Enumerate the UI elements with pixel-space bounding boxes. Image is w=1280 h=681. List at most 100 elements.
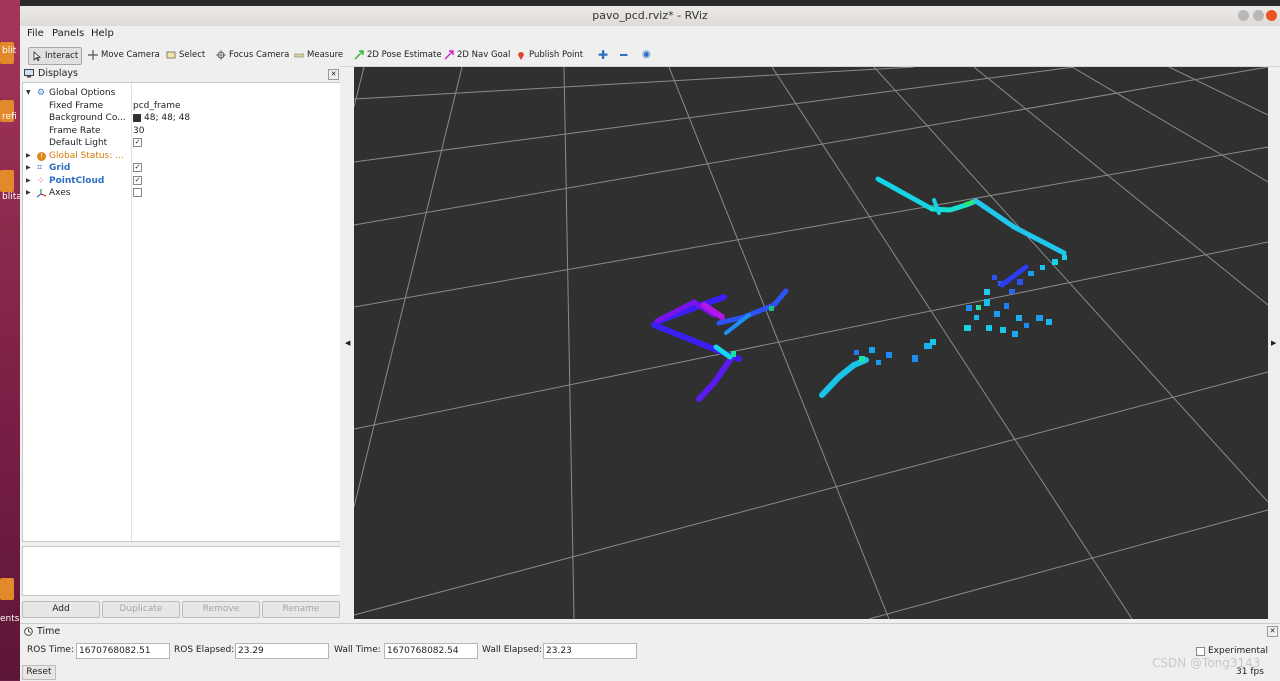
global-options-label: Global Options [49,88,116,98]
experimental-label: Experimental [1208,646,1269,656]
desktop-file-icon[interactable] [0,578,14,600]
frame-rate-value[interactable]: 30 [133,125,144,138]
add-display-button[interactable]: Add [22,601,100,618]
time-panel-title: Time [37,626,61,637]
collapse-right-icon[interactable]: ▶ [1271,339,1276,347]
time-panel: Time ✕ ROS Time: 1670768082.51 ROS Elaps… [20,623,1280,681]
axes-icon [37,189,46,198]
clock-icon [24,627,33,636]
wall-time-label: Wall Time: [334,645,381,655]
frame-rate-label: Frame Rate [49,125,101,136]
rename-display-button[interactable]: Rename [262,601,340,618]
select-icon [166,51,176,58]
default-light-checkbox[interactable]: ✓ [133,138,142,147]
minimize-icon[interactable] [1238,10,1249,21]
publish-point-tool-button[interactable]: Publish Point [516,47,583,63]
ros-time-field[interactable]: 1670768082.51 [76,643,170,659]
select-label: Select [179,50,206,60]
ros-elapsed-field[interactable]: 23.29 [235,643,329,659]
nav-goal-label: 2D Nav Goal [457,50,511,60]
global-status-label: Global Status: ... [49,150,124,161]
desktop-label: ents [0,614,20,624]
desktop-label: refi [2,112,17,122]
left-dock-collapse[interactable]: ◀ [340,67,354,619]
collapsed-arrow-icon[interactable]: ▶ [26,162,31,175]
collapsed-arrow-icon[interactable]: ▶ [26,150,31,163]
tree-row-grid[interactable]: ▶ ⌗ Grid ✓ [23,162,340,175]
experimental-checkbox[interactable] [1196,647,1205,656]
collapsed-arrow-icon[interactable]: ▶ [26,175,31,188]
cursor-icon [33,50,42,61]
expanded-arrow-icon[interactable]: ▼ [26,87,31,100]
pointcloud-checkbox[interactable]: ✓ [133,175,142,185]
interact-label: Interact [45,51,79,61]
remove-display-button[interactable]: Remove [182,601,260,618]
interact-tool-button[interactable]: Interact [28,47,83,65]
tree-row-global-options[interactable]: ▼ ⚙ Global Options [23,87,340,100]
ros-time-label: ROS Time: [27,645,74,655]
close-icon[interactable] [1266,10,1277,21]
measure-label: Measure [307,50,344,60]
maximize-icon[interactable] [1253,10,1264,21]
focus-camera-label: Focus Camera [229,50,290,60]
collapse-left-icon[interactable]: ◀ [345,339,350,347]
wall-time-field[interactable]: 1670768082.54 [384,643,478,659]
focus-icon [216,49,226,60]
warning-icon: ! [37,151,46,161]
grid-checkbox[interactable]: ✓ [133,163,142,172]
background-color-value[interactable]: 48; 48; 48 [133,112,190,125]
desktop-label: blita [2,192,22,202]
background-color-text: 48; 48; 48 [144,113,191,123]
tree-row-frame-rate[interactable]: Frame Rate 30 [23,125,340,138]
tree-row-background-color[interactable]: Background Co... 48; 48; 48 [23,112,340,125]
displays-panel: Displays ✕ ▼ ⚙ Global Options Fixed Fram… [20,66,341,626]
duplicate-display-button[interactable]: Duplicate [102,601,180,618]
select-tool-button[interactable]: Select [166,47,205,63]
rviz-window: pavo_pcd.rviz* - RViz File Panels Help I… [20,6,1280,681]
displays-header: Displays ✕ [22,67,339,81]
tool-bar: Interact Move Camera Select Focus Camera… [20,44,1280,67]
eye-icon[interactable]: ◉ [642,47,651,63]
focus-camera-tool-button[interactable]: Focus Camera [216,47,289,63]
add-tool-icon[interactable]: ✚ [598,47,608,63]
menu-help[interactable]: Help [91,28,114,39]
displays-title: Displays [38,68,78,79]
pointcloud-icon: ⁘ [37,175,45,186]
gear-icon: ⚙ [37,88,46,98]
default-light-label: Default Light [49,138,108,148]
monitor-icon [24,69,34,78]
right-dock-collapse[interactable]: ▶ [1268,67,1280,619]
tree-row-global-status[interactable]: ▶ ! Global Status: ... [23,150,340,163]
desktop-label: blit [2,46,17,56]
collapsed-arrow-icon[interactable]: ▶ [26,187,31,200]
tree-row-pointcloud[interactable]: ▶ ⁘ PointCloud ✓ [23,175,340,188]
grid-icon: ⌗ [37,163,43,173]
pose-estimate-tool-button[interactable]: 2D Pose Estimate [354,47,442,63]
reset-button[interactable]: Reset [22,665,56,680]
render-viewport[interactable] [354,67,1268,619]
green-arrow-icon [354,49,364,59]
move-camera-tool-button[interactable]: Move Camera [88,47,160,63]
close-panel-icon[interactable]: ✕ [1267,626,1278,637]
wall-elapsed-field[interactable]: 23.23 [543,643,637,659]
close-panel-icon[interactable]: ✕ [328,69,339,80]
tree-row-axes[interactable]: ▶ Axes [23,187,340,200]
nav-goal-tool-button[interactable]: 2D Nav Goal [444,47,510,63]
measure-tool-button[interactable]: Measure [294,47,343,63]
map-pin-icon [518,51,524,60]
desktop-background: blit refi blita ents [0,0,22,680]
ruler-icon [294,53,304,57]
window-titlebar[interactable]: pavo_pcd.rviz* - RViz [20,6,1280,26]
remove-tool-icon[interactable]: ━ [620,47,627,63]
fixed-frame-value[interactable]: pcd_frame [133,100,181,113]
desktop-file-icon[interactable] [0,170,14,192]
menu-file[interactable]: File [27,28,44,39]
tree-row-default-light[interactable]: Default Light ✓ [23,137,340,150]
color-swatch [133,113,141,122]
tree-row-fixed-frame[interactable]: Fixed Frame pcd_frame [23,100,340,113]
background-color-label: Background Co... [49,113,126,123]
axes-checkbox[interactable] [133,188,142,197]
wall-elapsed-label: Wall Elapsed: [482,645,543,655]
menu-panels[interactable]: Panels [52,28,84,39]
pointcloud-label: PointCloud [49,175,105,186]
